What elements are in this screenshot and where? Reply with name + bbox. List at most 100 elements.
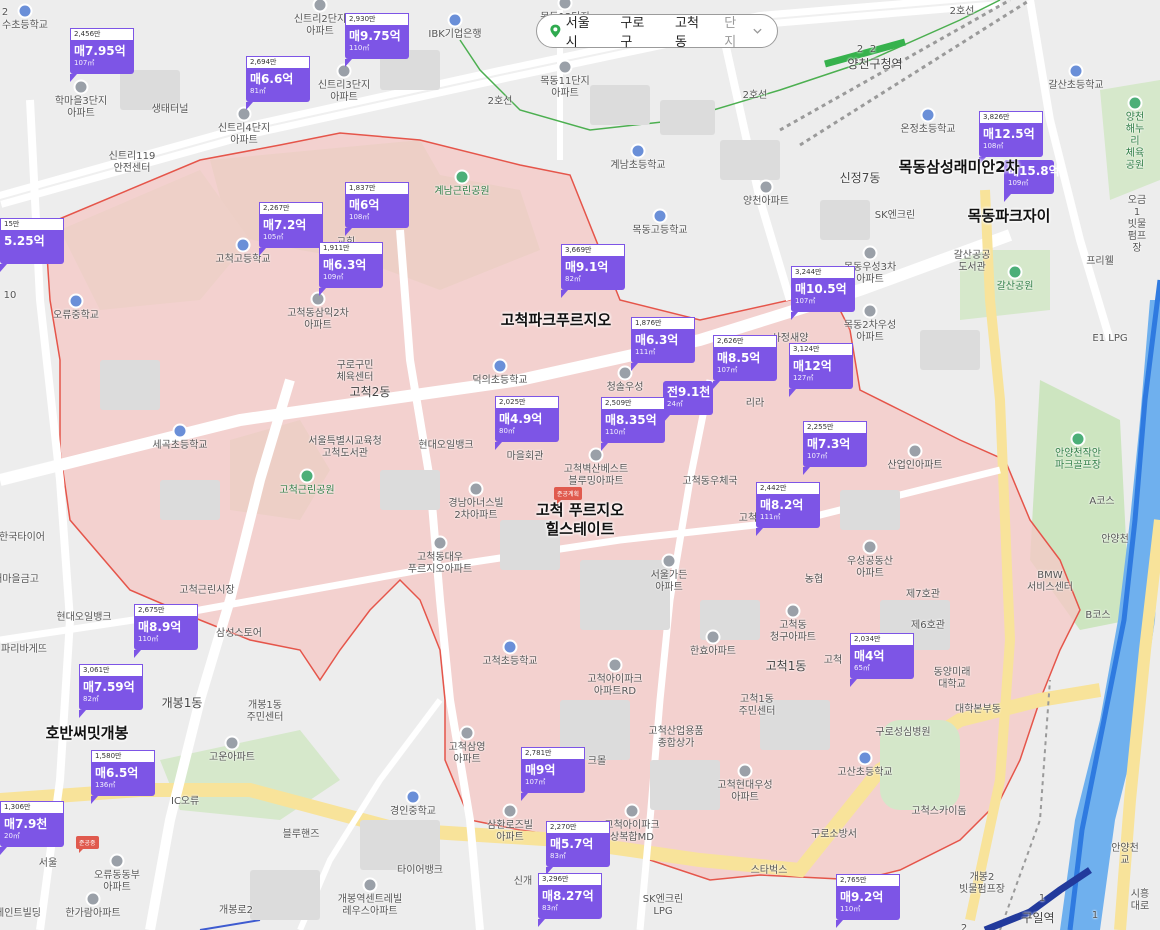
price-marker-area: 105㎡ bbox=[263, 233, 284, 241]
complex-highlight-label[interactable]: 목동삼성래미안2차 bbox=[899, 158, 1020, 177]
price-marker-body: 매7.2억 105㎡ bbox=[259, 214, 323, 248]
price-marker[interactable]: 1,911만 매6.3억 109㎡ bbox=[319, 242, 383, 296]
place-label: 고척근린시장 bbox=[179, 585, 235, 596]
price-marker[interactable]: 2,765만 매9.2억 110㎡ bbox=[836, 874, 900, 928]
place-label: 고척1동 bbox=[765, 659, 807, 673]
price-marker-body: 매9.1억 82㎡ bbox=[561, 256, 625, 290]
place-label: 고척동 청구아파트 bbox=[770, 620, 816, 643]
price-marker-count: 1,876만 bbox=[631, 317, 695, 329]
complex-highlight-label[interactable]: 호반써밋개봉 bbox=[46, 724, 129, 743]
place-label: 삼성스토어 bbox=[216, 628, 262, 639]
price-marker-tail bbox=[601, 443, 611, 451]
place-label: 경남아너스빌 2차아파트 bbox=[448, 498, 504, 521]
price-marker[interactable]: 2,442만 매8.2억 111㎡ bbox=[756, 482, 820, 536]
price-marker[interactable]: 1,876만 매6.3억 111㎡ bbox=[631, 317, 695, 371]
school-icon bbox=[70, 295, 82, 307]
price-marker-body: 매10.5억 107㎡ bbox=[791, 278, 855, 312]
price-marker[interactable]: 2,270만 매5.7억 83㎡ bbox=[546, 821, 610, 875]
price-marker-body: 매8.5억 107㎡ bbox=[713, 347, 777, 381]
park-icon bbox=[1072, 433, 1084, 445]
price-marker[interactable]: 2,509만 매8.35억 110㎡ bbox=[601, 397, 665, 451]
price-marker[interactable]: 15만 5.25억 bbox=[0, 218, 64, 272]
price-marker[interactable]: 2,456만 매7.95억 107㎡ bbox=[70, 28, 134, 82]
place-label: 2호선 bbox=[742, 90, 768, 101]
price-marker-area: 81㎡ bbox=[250, 87, 266, 95]
price-marker-price: 매12.5억 bbox=[983, 127, 1035, 141]
breadcrumb-dong[interactable]: 고척동 bbox=[675, 12, 708, 50]
place-label: 개봉로2 bbox=[219, 905, 253, 916]
place-label: 2 bbox=[1, 7, 9, 18]
school-icon bbox=[19, 5, 31, 17]
price-marker-count: 2,626만 bbox=[713, 335, 777, 347]
price-marker[interactable]: 2,675만 매8.9억 110㎡ bbox=[134, 604, 198, 658]
price-marker[interactable]: 3,061만 매7.59억 82㎡ bbox=[79, 664, 143, 718]
price-marker-count: 3,826만 bbox=[979, 111, 1043, 123]
price-marker[interactable]: 2,781만 매9억 107㎡ bbox=[521, 747, 585, 801]
price-marker-tail bbox=[495, 442, 505, 450]
price-marker[interactable]: 3,826만 매12.5억 108㎡ bbox=[979, 111, 1043, 165]
price-marker[interactable]: 2,255만 매7.3억 107㎡ bbox=[803, 421, 867, 475]
complex-highlight-label[interactable]: 고척 푸르지오 힐스테이트 bbox=[536, 501, 624, 539]
price-marker-price: 매8.5억 bbox=[717, 351, 761, 365]
price-marker-tail bbox=[631, 363, 641, 371]
place-label: 마을회관 bbox=[506, 451, 544, 462]
apartment-icon bbox=[864, 247, 876, 259]
place-label: 현대오일뱅크 bbox=[56, 612, 112, 623]
price-marker[interactable]: 2,694만 매6.6억 81㎡ bbox=[246, 56, 310, 110]
price-marker[interactable]: 2,034만 매4억 65㎡ bbox=[850, 633, 914, 687]
price-marker[interactable]: 3,124만 매12억 127㎡ bbox=[789, 343, 853, 397]
price-marker-price: 매6억 bbox=[349, 198, 380, 212]
price-marker-area: 136㎡ bbox=[95, 781, 116, 789]
place-label: 고운아파트 bbox=[209, 752, 255, 763]
price-marker-count: 1,580만 bbox=[91, 750, 155, 762]
place-label: 10 bbox=[3, 290, 17, 301]
park-icon bbox=[1129, 97, 1141, 109]
price-marker-count: 2,034만 bbox=[850, 633, 914, 645]
price-marker[interactable]: 1,837만 매6억 108㎡ bbox=[345, 182, 409, 236]
breadcrumb-city[interactable]: 서울시 bbox=[566, 12, 599, 50]
place-label: 수초등학교 bbox=[2, 20, 48, 31]
apartment-icon bbox=[609, 659, 621, 671]
price-marker[interactable]: 1,580만 매6.5억 136㎡ bbox=[91, 750, 155, 804]
price-marker[interactable]: 3,296만 매8.27억 83㎡ bbox=[538, 873, 602, 927]
price-marker[interactable]: 3,244만 매10.5억 107㎡ bbox=[791, 266, 855, 320]
price-marker[interactable]: 2,267만 매7.2억 105㎡ bbox=[259, 202, 323, 256]
price-marker[interactable]: 2,025만 매4.9억 80㎡ bbox=[495, 396, 559, 450]
price-marker-tail bbox=[561, 290, 571, 298]
region-breadcrumb[interactable]: 서울시 구로구 고척동 단지 bbox=[536, 12, 778, 50]
place-label: 2 bbox=[960, 923, 968, 930]
place-label: 고척1동 주민센터 bbox=[738, 694, 776, 717]
price-marker-body: 매9.2억 110㎡ bbox=[836, 886, 900, 920]
place-label: 목동2차우성 아파트 bbox=[843, 320, 897, 343]
place-label: 안양천작안 파크골프장 bbox=[1055, 448, 1101, 471]
price-marker-area: 107㎡ bbox=[807, 452, 828, 460]
place-label: 리라 bbox=[745, 398, 765, 409]
price-marker[interactable]: 전9.1천 24㎡ bbox=[663, 381, 713, 423]
place-label: 고척스카이돔 bbox=[911, 806, 967, 817]
price-marker-body: 매6억 108㎡ bbox=[345, 194, 409, 228]
map-canvas[interactable]: 신트리2단지 아파트IBK기업은행수초등학교목동12단지목동11단지 아파트신트… bbox=[0, 0, 1160, 930]
price-marker[interactable]: 1,306만 매7.9천 20㎡ bbox=[0, 801, 64, 855]
place-label: 계남초등학교 bbox=[610, 160, 666, 171]
place-label: 고척 bbox=[738, 513, 758, 524]
price-marker-price: 매8.35억 bbox=[605, 413, 657, 427]
apartment-icon bbox=[739, 765, 751, 777]
breadcrumb-complex[interactable]: 단지 bbox=[724, 12, 746, 50]
price-marker-area: 83㎡ bbox=[542, 904, 558, 912]
place-label: 2호선 bbox=[949, 6, 975, 17]
complex-highlight-label[interactable]: 고척파크푸르지오 bbox=[501, 311, 611, 330]
price-marker-tail bbox=[836, 920, 846, 928]
complex-highlight-label[interactable]: 목동파크자이 bbox=[968, 207, 1051, 226]
price-marker-count: 2,509만 bbox=[601, 397, 665, 409]
price-marker[interactable]: 2,930만 매9.75억 110㎡ bbox=[345, 13, 409, 67]
apartment-icon bbox=[663, 555, 675, 567]
breadcrumb-district[interactable]: 구로구 bbox=[620, 12, 653, 50]
price-marker-body: 매8.9억 110㎡ bbox=[134, 616, 198, 650]
price-marker[interactable]: 2,626만 매8.5억 107㎡ bbox=[713, 335, 777, 389]
price-marker-tail bbox=[91, 796, 101, 804]
school-icon bbox=[922, 109, 934, 121]
place-label: 개봉1동 bbox=[161, 696, 203, 710]
price-marker[interactable]: 3,669만 매9.1억 82㎡ bbox=[561, 244, 625, 298]
chevron-down-icon[interactable] bbox=[752, 26, 763, 36]
park-icon bbox=[301, 470, 313, 482]
